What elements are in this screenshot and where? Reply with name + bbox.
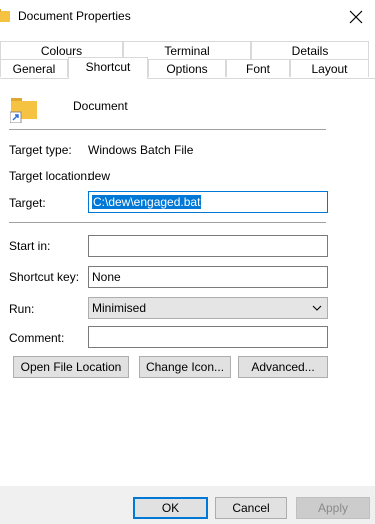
ok-button[interactable]: OK (133, 497, 208, 519)
change-icon-button[interactable]: Change Icon... (139, 356, 231, 378)
chevron-down-icon (312, 305, 322, 311)
target-type-value: Windows Batch File (88, 143, 194, 157)
apply-button[interactable]: Apply (296, 497, 370, 519)
tab-details[interactable]: Details (251, 41, 369, 59)
tab-layout[interactable]: Layout (290, 59, 369, 77)
target-value: C:\dew\engaged.bat (92, 195, 202, 209)
title-bar: Document Properties (0, 0, 375, 34)
close-icon[interactable] (345, 6, 367, 28)
folder-icon (0, 9, 10, 22)
run-label: Run: (9, 302, 35, 316)
divider-top (9, 129, 326, 130)
run-select[interactable]: Minimised (88, 297, 328, 319)
comment-input[interactable] (88, 326, 328, 348)
shortcut-folder-icon (10, 98, 37, 123)
tab-row-back: Colours Terminal Details (0, 41, 375, 61)
start-in-input[interactable] (88, 235, 328, 257)
run-select-value: Minimised (92, 301, 147, 315)
tab-shortcut[interactable]: Shortcut (68, 57, 148, 79)
tab-row-front: General Shortcut Options Font Layout (0, 57, 375, 79)
window-title: Document Properties (18, 9, 131, 23)
advanced-button[interactable]: Advanced... (238, 356, 328, 378)
cancel-button[interactable]: Cancel (215, 497, 287, 519)
target-type-label: Target type: (9, 143, 72, 157)
tab-general[interactable]: General (0, 59, 68, 77)
target-location-label: Target location: (9, 169, 91, 183)
tab-options[interactable]: Options (148, 59, 226, 77)
shortcut-name: Document (73, 99, 128, 113)
target-label: Target: (9, 196, 46, 210)
start-in-label: Start in: (9, 239, 51, 253)
comment-label: Comment: (9, 331, 65, 345)
tab-font[interactable]: Font (226, 59, 290, 77)
shortcut-key-label: Shortcut key: (9, 270, 80, 284)
shortcut-key-input[interactable]: None (88, 266, 328, 288)
target-location-value: dew (88, 169, 111, 183)
divider-middle (9, 222, 326, 223)
target-input[interactable]: C:\dew\engaged.bat (88, 191, 328, 213)
open-file-location-button[interactable]: Open File Location (13, 356, 129, 378)
